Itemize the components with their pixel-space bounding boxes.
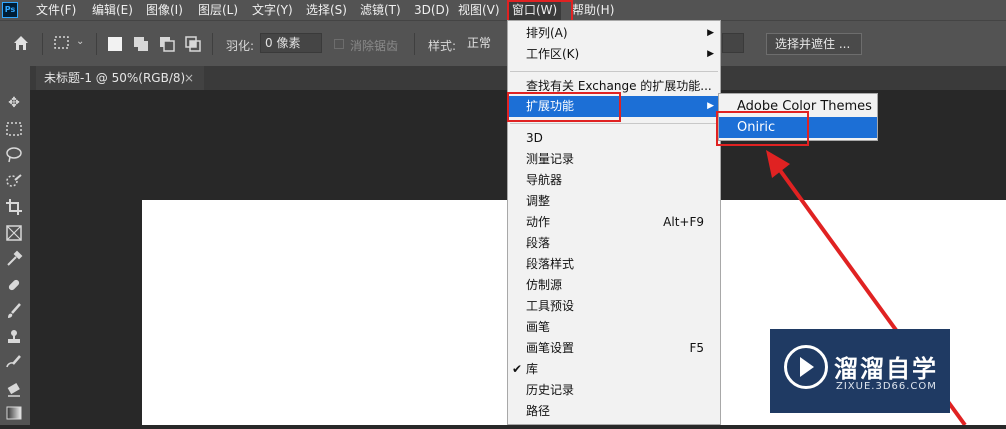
move-tool-icon[interactable]: ✥: [3, 92, 25, 114]
antialias-checkbox[interactable]: [334, 39, 344, 49]
submenu-arrow-icon: ▶: [707, 101, 714, 111]
menu-item-history[interactable]: 历史记录: [508, 380, 720, 401]
menu-image[interactable]: 图像(I): [146, 0, 183, 20]
toolbox: ✥: [0, 66, 30, 425]
window-menu-dropdown: 排列(A) ▶ 工作区(K) ▶ 查找有关 Exchange 的扩展功能... …: [507, 20, 721, 425]
healing-brush-tool-icon[interactable]: [3, 274, 25, 296]
menu-item-measurement-log[interactable]: 测量记录: [508, 149, 720, 170]
menu-select[interactable]: 选择(S): [306, 0, 347, 20]
menu-view[interactable]: 视图(V): [458, 0, 500, 20]
eyedropper-tool-icon[interactable]: [3, 248, 25, 270]
document-tab[interactable]: 未标题-1 @ 50%(RGB/8) ×: [36, 66, 204, 90]
annotation-box-extensions: [507, 92, 621, 122]
menu-help[interactable]: 帮助(H): [572, 0, 614, 20]
chevron-down-icon[interactable]: ⌄: [76, 37, 86, 47]
watermark-logo: 溜溜自学 ZIXUE.3D66.COM: [770, 329, 950, 413]
menu-item-brushes[interactable]: 画笔: [508, 317, 720, 338]
menu-item-adjustments[interactable]: 调整: [508, 191, 720, 212]
shortcut-label: F5: [689, 341, 704, 355]
menu-item-paragraph[interactable]: 段落: [508, 233, 720, 254]
feather-input[interactable]: 0 像素: [260, 33, 322, 53]
menu-item-brush-settings[interactable]: 画笔设置 F5: [508, 338, 720, 359]
intersect-selection-icon[interactable]: [184, 35, 202, 53]
menu-item-actions[interactable]: 动作 Alt+F9: [508, 212, 720, 233]
menu-separator: [510, 71, 718, 72]
menu-item-tool-presets[interactable]: 工具预设: [508, 296, 720, 317]
menu-type[interactable]: 文字(Y): [252, 0, 293, 20]
document-tab-title: 未标题-1 @ 50%(RGB/8): [44, 71, 186, 85]
frame-tool-icon[interactable]: [3, 222, 25, 244]
clone-stamp-tool-icon[interactable]: [3, 326, 25, 348]
menu-edit[interactable]: 编辑(E): [92, 0, 133, 20]
menu-item-arrange[interactable]: 排列(A) ▶: [508, 23, 720, 44]
menu-file[interactable]: 文件(F): [36, 0, 76, 20]
brush-tool-icon[interactable]: [3, 300, 25, 322]
submenu-arrow-icon: ▶: [707, 28, 714, 38]
menu-item-3d[interactable]: 3D: [508, 128, 720, 149]
lasso-tool-icon[interactable]: [3, 144, 25, 166]
options-bar: ⌄ 羽化: 0 像素 消除锯齿 样式: 正常 选择并遮住 ...: [0, 20, 1006, 66]
history-brush-tool-icon[interactable]: [3, 352, 25, 374]
menu-item-navigator[interactable]: 导航器: [508, 170, 720, 191]
subtract-from-selection-icon[interactable]: [158, 35, 176, 53]
crop-tool-icon[interactable]: [3, 196, 25, 218]
gradient-tool-icon[interactable]: [3, 402, 25, 424]
new-selection-icon[interactable]: [108, 37, 122, 51]
select-and-mask-button[interactable]: 选择并遮住 ...: [766, 33, 862, 55]
shortcut-label: Alt+F9: [663, 215, 704, 229]
play-icon: [800, 357, 814, 377]
feather-label: 羽化:: [226, 39, 255, 53]
menu-item-workspace[interactable]: 工作区(K) ▶: [508, 44, 720, 65]
quick-selection-tool-icon[interactable]: [3, 170, 25, 192]
watermark-title: 溜溜自学: [834, 355, 938, 383]
menu-3d[interactable]: 3D(D): [414, 0, 449, 20]
menu-item-paths[interactable]: 路径: [508, 401, 720, 422]
eraser-tool-icon[interactable]: [3, 378, 25, 400]
menu-item-libraries[interactable]: ✔ 库: [508, 359, 720, 380]
add-to-selection-icon[interactable]: [132, 35, 150, 53]
menu-bar: Ps 文件(F) 编辑(E) 图像(I) 图层(L) 文字(Y) 选择(S) 滤…: [0, 0, 1006, 20]
close-icon[interactable]: ×: [184, 66, 194, 90]
menu-filter[interactable]: 滤镜(T): [360, 0, 401, 20]
checkmark-icon: ✔: [512, 362, 523, 376]
submenu-arrow-icon: ▶: [707, 49, 714, 59]
marquee-tool-icon[interactable]: [3, 118, 25, 140]
watermark-subtitle: ZIXUE.3D66.COM: [836, 381, 937, 392]
menu-item-clone-source[interactable]: 仿制源: [508, 275, 720, 296]
home-icon[interactable]: [11, 33, 31, 53]
style-select[interactable]: 正常: [462, 33, 508, 53]
menu-separator: [510, 123, 718, 124]
menu-layer[interactable]: 图层(L): [198, 0, 238, 20]
marquee-tool-preset-icon[interactable]: [53, 35, 71, 51]
menu-item-paragraph-styles[interactable]: 段落样式: [508, 254, 720, 275]
antialias-label: 消除锯齿: [350, 39, 399, 53]
style-label: 样式:: [428, 39, 457, 53]
height-input[interactable]: [722, 33, 744, 53]
photoshop-logo: Ps: [2, 2, 18, 18]
